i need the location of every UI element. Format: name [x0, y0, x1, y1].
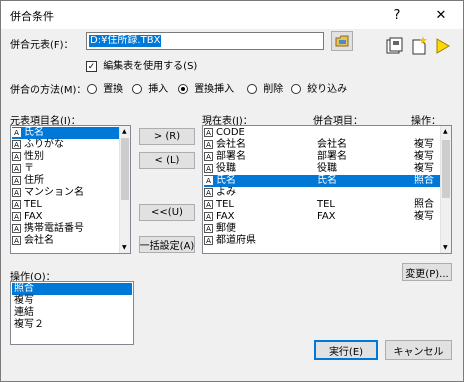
browse-button[interactable]	[331, 31, 353, 51]
list-item[interactable]: 連結	[12, 307, 34, 319]
source-items-scrollbar[interactable]: ▲ ▼	[119, 126, 130, 253]
text-field-icon: A	[12, 163, 21, 173]
list-item[interactable]: A 携帯電話番号	[12, 223, 84, 235]
run-quick-button[interactable]	[435, 37, 451, 55]
operation-list[interactable]: 照合 複写 連結 複写２	[10, 281, 134, 345]
table-row[interactable]: A 都道府県	[204, 235, 440, 247]
list-item[interactable]: 複写	[12, 295, 34, 307]
radio-delete-label: 削除	[263, 84, 284, 95]
list-item[interactable]: A 住所	[12, 175, 44, 187]
cancel-button[interactable]: キャンセル	[385, 340, 452, 360]
source-table-value: D:¥住所録.TBX	[89, 35, 162, 47]
radio-filter[interactable]	[291, 84, 301, 94]
current-table-scrollbar[interactable]: ▲ ▼	[440, 126, 451, 253]
list-item[interactable]: 照合	[12, 283, 132, 295]
text-field-icon: A	[12, 235, 21, 245]
text-field-icon: A	[12, 211, 21, 221]
list-item[interactable]: A マンション名	[12, 187, 84, 199]
merge-option-replace-insert[interactable]: 置換挿入	[178, 80, 234, 95]
table-row[interactable]: A TEL TEL 照合	[204, 199, 440, 211]
load-settings-button[interactable]	[410, 35, 428, 55]
help-button[interactable]: ?	[375, 1, 419, 29]
text-field-icon: A	[204, 199, 213, 209]
run-triangle-icon	[436, 38, 450, 54]
table-row[interactable]: A FAX FAX 複写	[204, 211, 440, 223]
list-item[interactable]: A 〒	[12, 163, 34, 175]
radio-filter-label: 絞り込み	[307, 84, 348, 95]
list-item[interactable]: A ふりがな	[12, 139, 64, 151]
text-field-icon: A	[12, 187, 21, 197]
use-editor-checkbox[interactable]: ✓	[86, 60, 97, 72]
text-field-icon: A	[204, 175, 213, 185]
scroll-up-arrow-icon[interactable]: ▲	[443, 128, 448, 135]
merge-option-replace[interactable]: 置換	[87, 80, 123, 95]
merge-method-label: 併合の方法(M)：	[10, 85, 87, 96]
text-field-icon: A	[204, 223, 213, 233]
radio-insert-label: 挿入	[148, 84, 169, 95]
table-row[interactable]: A CODE	[204, 127, 440, 139]
list-item[interactable]: A TEL	[12, 199, 42, 211]
run-button[interactable]: 実行(E)	[314, 340, 378, 360]
save-settings-icon	[386, 37, 403, 54]
text-field-icon: A	[204, 187, 213, 197]
table-row[interactable]: A 会社名 会社名 複写	[204, 139, 440, 151]
folder-icon	[335, 35, 349, 47]
close-button[interactable]: ✕	[419, 1, 463, 29]
radio-replace-insert-label: 置換挿入	[194, 84, 235, 95]
merge-option-delete[interactable]: 削除	[247, 80, 283, 95]
list-item[interactable]: A 氏名	[12, 127, 119, 139]
source-table-field[interactable]: D:¥住所録.TBX	[86, 32, 324, 50]
text-field-icon: A	[12, 223, 21, 233]
scroll-up-arrow-icon[interactable]: ▲	[122, 128, 127, 135]
bulk-set-button[interactable]: 一括設定(A)	[139, 236, 195, 253]
text-field-icon: A	[12, 127, 21, 137]
save-settings-button[interactable]	[386, 37, 404, 55]
table-row-selected[interactable]: A 氏名 氏名 照合	[204, 175, 440, 187]
scroll-thumb[interactable]	[121, 138, 129, 200]
radio-replace-insert[interactable]	[178, 84, 188, 94]
text-field-icon: A	[204, 211, 213, 221]
radio-replace[interactable]	[87, 84, 97, 94]
current-table-list[interactable]: A CODE A 会社名 会社名 複写 A 部署名 部署名 複写 A 役職 役職 複写 A 氏名 氏名照…	[202, 125, 452, 254]
text-field-icon: A	[12, 199, 21, 209]
radio-insert[interactable]	[132, 84, 142, 94]
table-row[interactable]: A 役職 役職 複写	[204, 163, 440, 175]
list-item[interactable]: 複写２	[12, 319, 44, 331]
scroll-down-arrow-icon[interactable]: ▼	[122, 244, 127, 251]
text-field-icon: A	[12, 175, 21, 185]
remove-item-button[interactable]: < (L)	[139, 152, 195, 169]
merge-option-insert[interactable]: 挿入	[132, 80, 168, 95]
table-row[interactable]: A 部署名 部署名 複写	[204, 151, 440, 163]
source-table-label: 併合元表(F)：	[10, 40, 74, 51]
scroll-down-arrow-icon[interactable]: ▼	[443, 244, 448, 251]
radio-delete[interactable]	[247, 84, 257, 94]
merge-option-filter[interactable]: 絞り込み	[291, 80, 347, 95]
list-item[interactable]: A 会社名	[12, 235, 54, 247]
text-field-icon: A	[12, 139, 21, 149]
table-row[interactable]: A 郵便	[204, 223, 440, 235]
text-field-icon: A	[204, 139, 213, 149]
list-item[interactable]: A FAX	[12, 211, 43, 223]
change-button[interactable]: 変更(P)...	[402, 263, 452, 281]
text-field-icon: A	[12, 151, 21, 161]
merge-conditions-dialog: 併合条件 ? ✕ 併合元表(F)： D:¥住所録.TBX ✓ 編集表を使用する(…	[0, 0, 464, 382]
title-bar: 併合条件 ? ✕	[1, 1, 463, 29]
list-item[interactable]: A 性別	[12, 151, 44, 163]
text-field-icon: A	[204, 163, 213, 173]
radio-replace-label: 置換	[103, 84, 124, 95]
text-field-icon: A	[204, 151, 213, 161]
use-editor-label: 編集表を使用する(S)	[103, 61, 198, 72]
scroll-thumb[interactable]	[442, 140, 450, 198]
load-settings-icon	[412, 36, 427, 55]
source-items-list[interactable]: A 氏名 A ふりがな A 性別 A 〒 A 住所 A マンション名 A TEL A FAX A…	[10, 125, 131, 254]
remove-all-button[interactable]: <<(U)	[139, 204, 195, 221]
text-field-icon: A	[204, 235, 213, 245]
add-item-button[interactable]: > (R)	[139, 128, 195, 145]
text-field-icon: A	[204, 127, 213, 137]
table-row[interactable]: A よみ	[204, 187, 440, 199]
use-editor-checkbox-row[interactable]: ✓ 編集表を使用する(S)	[86, 57, 197, 72]
window-title: 併合条件	[10, 10, 54, 23]
